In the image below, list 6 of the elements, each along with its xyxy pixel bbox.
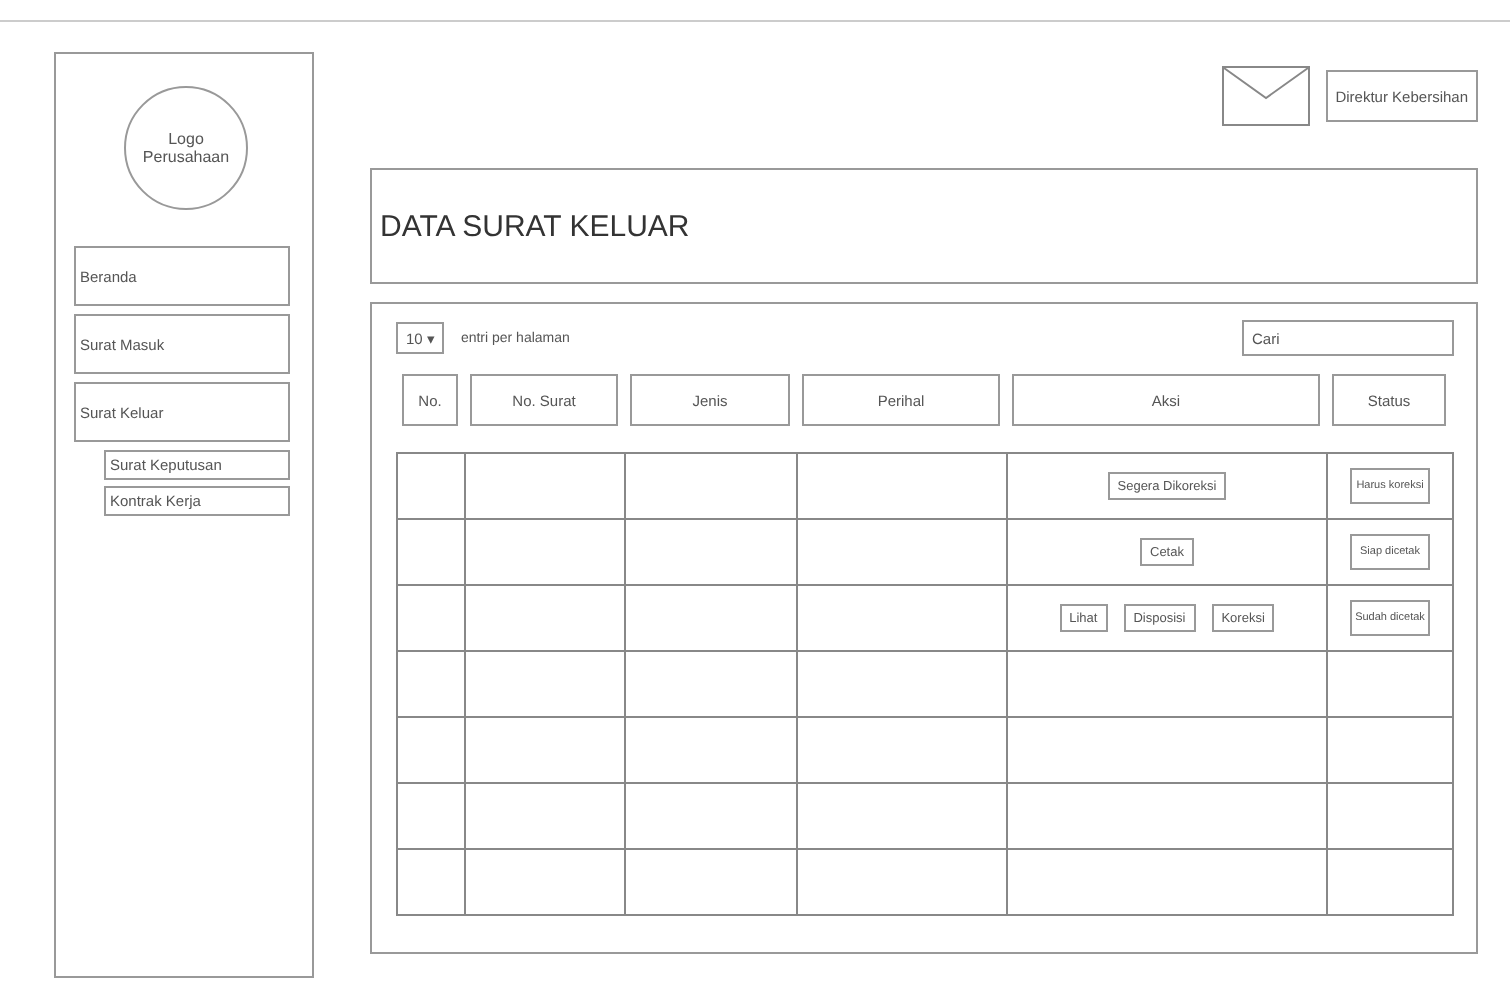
- page-title: DATA SURAT KELUAR: [370, 168, 1478, 284]
- mail-icon[interactable]: [1221, 66, 1310, 126]
- logo-text: Logo Perusahaan: [140, 130, 232, 166]
- table-cell: [1328, 850, 1454, 916]
- table-cell: [1328, 718, 1454, 784]
- table-cell: [1328, 784, 1454, 850]
